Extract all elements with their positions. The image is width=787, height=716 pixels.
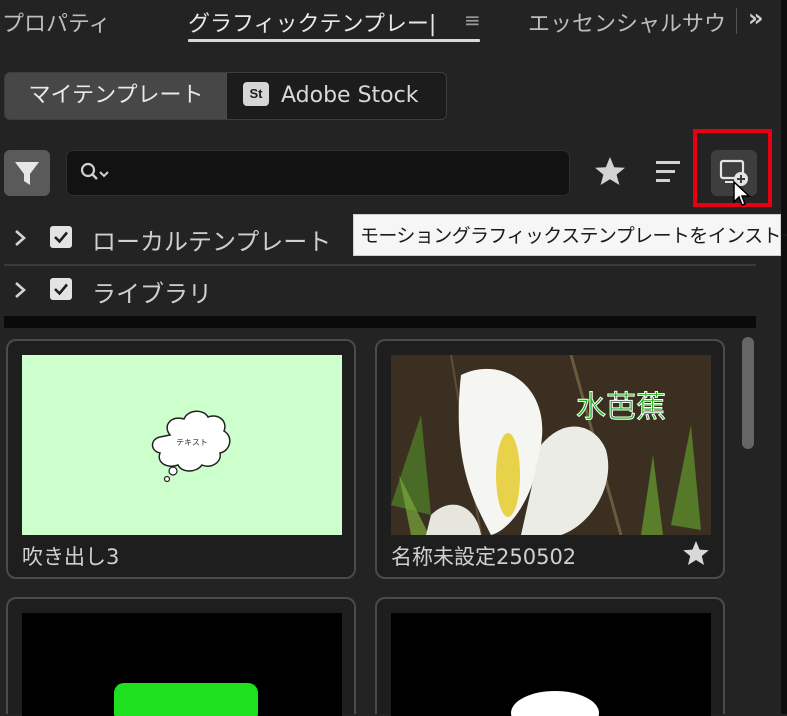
checkbox-local-templates[interactable]	[50, 226, 72, 248]
template-thumbnail	[391, 613, 711, 716]
template-card[interactable]	[375, 597, 725, 716]
mouse-cursor-icon	[733, 180, 751, 206]
favorite-star-icon[interactable]	[681, 539, 711, 569]
tab-properties[interactable]: プロパティ	[2, 6, 111, 38]
template-source-toggle: マイテンプレート St Adobe Stock	[4, 72, 447, 120]
tree-label-libraries: ライブラリ	[92, 280, 212, 308]
template-name: 吹き出し3	[22, 545, 120, 569]
green-rectangle-graphic	[114, 683, 258, 716]
flower-photo-graphic: 水芭蕉	[391, 355, 711, 535]
template-thumbnail: 水芭蕉	[391, 355, 711, 535]
checkbox-libraries[interactable]	[50, 278, 72, 300]
adobe-stock-label: Adobe Stock	[281, 83, 419, 108]
template-name: 名称未設定250502	[391, 545, 577, 569]
more-tabs-icon[interactable]: »	[748, 4, 763, 32]
bubble-text: テキスト	[176, 438, 208, 447]
adobe-stock-icon: St	[243, 82, 269, 106]
tab-essential-sound[interactable]: エッセンシャルサウ	[528, 6, 726, 38]
overlay-title: 水芭蕉	[576, 390, 666, 425]
checkmark-icon	[54, 283, 68, 296]
panel-menu-icon[interactable]: ≡	[464, 8, 481, 32]
chevron-right-icon[interactable]	[10, 278, 32, 302]
tree-item-libraries[interactable]: ライブラリ	[0, 266, 350, 314]
speech-bubble-graphic: テキスト	[151, 410, 231, 483]
search-icon[interactable]	[79, 161, 113, 185]
search-field	[66, 150, 570, 196]
tab-separator	[736, 8, 737, 34]
template-card[interactable]: 水芭蕉 名称未設定250502	[375, 339, 725, 579]
template-thumbnail	[22, 613, 342, 716]
scrollbar-thumb[interactable]	[742, 337, 754, 449]
tree-item-local-templates[interactable]: ローカルテンプレート	[0, 214, 350, 262]
section-separator	[4, 316, 756, 328]
template-thumbnail: テキスト	[22, 355, 342, 535]
chevron-right-icon[interactable]	[10, 226, 32, 250]
favorites-star-icon[interactable]	[590, 152, 630, 192]
template-card[interactable]: テキスト 吹き出し3	[6, 339, 356, 579]
sort-list-icon[interactable]	[652, 152, 686, 192]
search-input[interactable]	[117, 157, 561, 189]
checkmark-icon	[54, 231, 68, 244]
my-templates-button[interactable]: マイテンプレート	[5, 73, 227, 119]
filter-icon	[15, 162, 39, 185]
filter-button[interactable]	[4, 150, 50, 196]
tab-graphic-templates[interactable]: グラフィックテンプレー|	[188, 6, 436, 38]
template-card[interactable]	[6, 597, 356, 716]
tree-label-local-templates: ローカルテンプレート	[92, 228, 332, 256]
active-tab-underline	[188, 39, 480, 42]
adobe-stock-button[interactable]: St Adobe Stock	[227, 73, 446, 119]
panel-right-edge	[781, 0, 787, 714]
panel-tab-bar: プロパティ グラフィックテンプレー| ≡ エッセンシャルサウ »	[0, 0, 787, 46]
install-tooltip: モーショングラフィックステンプレートをインストール	[353, 214, 787, 256]
white-ellipse-graphic	[511, 691, 599, 716]
